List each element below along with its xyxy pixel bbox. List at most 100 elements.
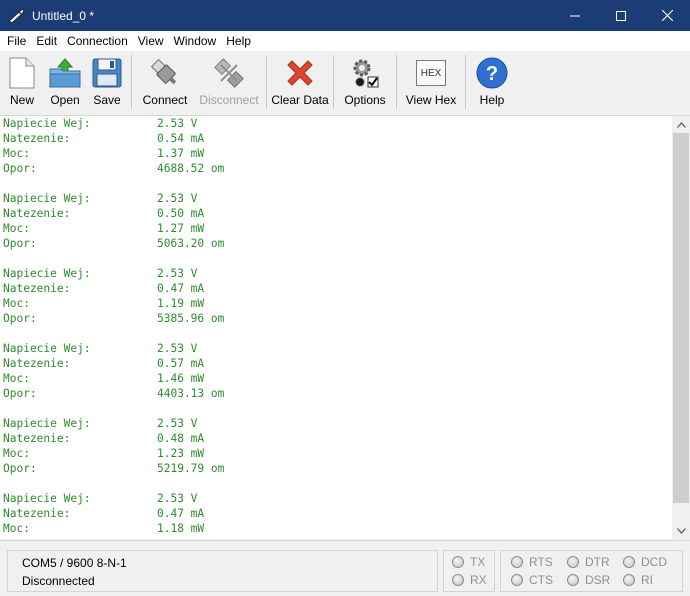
scroll-up-arrow-icon[interactable] xyxy=(672,116,690,133)
menu-window[interactable]: Window xyxy=(169,31,222,51)
measurement-label: Napiecie Wej: xyxy=(3,117,91,130)
title-bar[interactable]: Untitled_0 * xyxy=(0,0,690,31)
measurement-value: 2.53 V xyxy=(157,117,198,130)
measurement-label: Natezenie: xyxy=(3,132,71,145)
measurement-value: 0.47 mA xyxy=(157,282,205,295)
connect-button[interactable]: Connect xyxy=(135,51,195,111)
menu-connection[interactable]: Connection xyxy=(62,31,133,51)
measurement-label: Natezenie: xyxy=(3,282,71,295)
terminal-line: Napiecie Wej: 2.53 V xyxy=(0,491,672,506)
save-button[interactable]: Save xyxy=(86,51,128,111)
close-icon xyxy=(661,10,673,21)
open-label: Open xyxy=(50,93,80,107)
options-label: Options xyxy=(344,93,386,107)
usb-plug-icon xyxy=(149,56,181,90)
minimize-button[interactable] xyxy=(552,0,598,31)
disconnect-label: Disconnect xyxy=(199,93,259,107)
help-button[interactable]: ? Help xyxy=(469,51,515,111)
vertical-scrollbar[interactable] xyxy=(672,116,690,539)
measurement-value: 4688.52 om xyxy=(157,162,225,175)
measurement-label: Natezenie: xyxy=(3,432,71,445)
help-label: Help xyxy=(479,93,505,107)
save-label: Save xyxy=(93,93,121,107)
measurement-value: 1.18 mW xyxy=(157,522,205,535)
terminal-line: Napiecie Wej: 2.53 V xyxy=(0,266,672,281)
window-title: Untitled_0 * xyxy=(32,8,95,23)
terminal-line: Napiecie Wej: 2.53 V xyxy=(0,191,672,206)
measurement-label: Moc: xyxy=(3,147,30,160)
svg-text:?: ? xyxy=(486,63,498,85)
measurement-label: Moc: xyxy=(3,447,30,460)
dtr-indicator: DTR xyxy=(567,555,610,569)
measurement-value: 1.46 mW xyxy=(157,372,205,385)
new-document-icon xyxy=(6,56,38,90)
terminal-line: Natezenie: 0.50 mA xyxy=(0,206,672,221)
menu-edit[interactable]: Edit xyxy=(31,31,62,51)
terminal-line: Moc: 1.37 mW xyxy=(0,146,672,161)
options-gear-icon xyxy=(349,56,381,90)
measurement-value: 2.53 V xyxy=(157,267,198,280)
connection-status-panel: COM5 / 9600 8-N-1 Disconnected xyxy=(7,550,438,592)
terminal-line: Opor: 4403.13 om xyxy=(0,386,672,401)
scrollbar-thumb[interactable] xyxy=(673,133,689,503)
view-hex-button[interactable]: HEX View Hex xyxy=(400,51,462,111)
minimize-icon xyxy=(570,15,580,16)
measurement-label: Moc: xyxy=(3,372,30,385)
view-hex-label: View Hex xyxy=(405,93,457,107)
save-disk-icon xyxy=(91,56,123,90)
measurement-value: 1.37 mW xyxy=(157,147,205,160)
clear-data-button[interactable]: Clear Data xyxy=(270,51,330,111)
dtr-label: DTR xyxy=(585,555,610,569)
measurement-value: 1.23 mW xyxy=(157,447,205,460)
terminal-line: Napiecie Wej: 2.53 V xyxy=(0,116,672,131)
txrx-panel: TX RX xyxy=(443,550,495,592)
rx-indicator: RX xyxy=(452,573,487,587)
rts-led-icon xyxy=(511,556,523,568)
disconnect-plug-icon xyxy=(213,56,245,90)
dtr-led-icon xyxy=(567,556,579,568)
options-button[interactable]: Options xyxy=(337,51,393,111)
scroll-down-arrow-icon[interactable] xyxy=(672,522,690,539)
menu-file[interactable]: File xyxy=(2,31,31,51)
menu-view[interactable]: View xyxy=(133,31,169,51)
terminal-line: Moc: 1.19 mW xyxy=(0,296,672,311)
rx-label: RX xyxy=(470,573,487,587)
terminal-line: Opor: 5219.79 om xyxy=(0,461,672,476)
maximize-button[interactable] xyxy=(598,0,644,31)
cts-indicator: CTS xyxy=(511,573,553,587)
measurement-label: Natezenie: xyxy=(3,507,71,520)
new-button[interactable]: New xyxy=(0,51,44,111)
menu-bar: File Edit Connection View Window Help xyxy=(0,31,690,51)
terminal-line: Natezenie: 0.54 mA xyxy=(0,131,672,146)
disconnect-button[interactable]: Disconnect xyxy=(195,51,263,111)
measurement-value: 0.48 mA xyxy=(157,432,205,445)
rts-indicator: RTS xyxy=(511,555,553,569)
measurement-value: 2.53 V xyxy=(157,342,198,355)
measurement-label: Opor: xyxy=(3,162,37,175)
dcd-indicator: DCD xyxy=(623,555,667,569)
terminal-line: Opor: 5385.96 om xyxy=(0,311,672,326)
terminal-output[interactable]: Napiecie Wej: 2.53 V Natezenie: 0.54 mA Moc:… xyxy=(0,116,672,539)
toolbar-separator xyxy=(266,55,267,109)
measurement-label: Moc: xyxy=(3,297,30,310)
hex-icon: HEX xyxy=(415,56,447,90)
dcd-label: DCD xyxy=(641,555,667,569)
measurement-label: Napiecie Wej: xyxy=(3,492,91,505)
measurement-label: Napiecie Wej: xyxy=(3,267,91,280)
measurement-value: 5219.79 om xyxy=(157,462,225,475)
menu-help[interactable]: Help xyxy=(221,31,256,51)
measurement-label: Napiecie Wej: xyxy=(3,417,91,430)
measurement-label: Moc: xyxy=(3,222,30,235)
open-folder-icon xyxy=(49,56,81,90)
open-button[interactable]: Open xyxy=(44,51,86,111)
cts-led-icon xyxy=(511,574,523,586)
measurement-value: 5385.96 om xyxy=(157,312,225,325)
measurement-label: Opor: xyxy=(3,237,37,250)
rts-label: RTS xyxy=(529,555,553,569)
measurement-value: 0.57 mA xyxy=(157,357,205,370)
ri-led-icon xyxy=(623,574,635,586)
measurement-label: Opor: xyxy=(3,312,37,325)
close-button[interactable] xyxy=(644,0,690,31)
